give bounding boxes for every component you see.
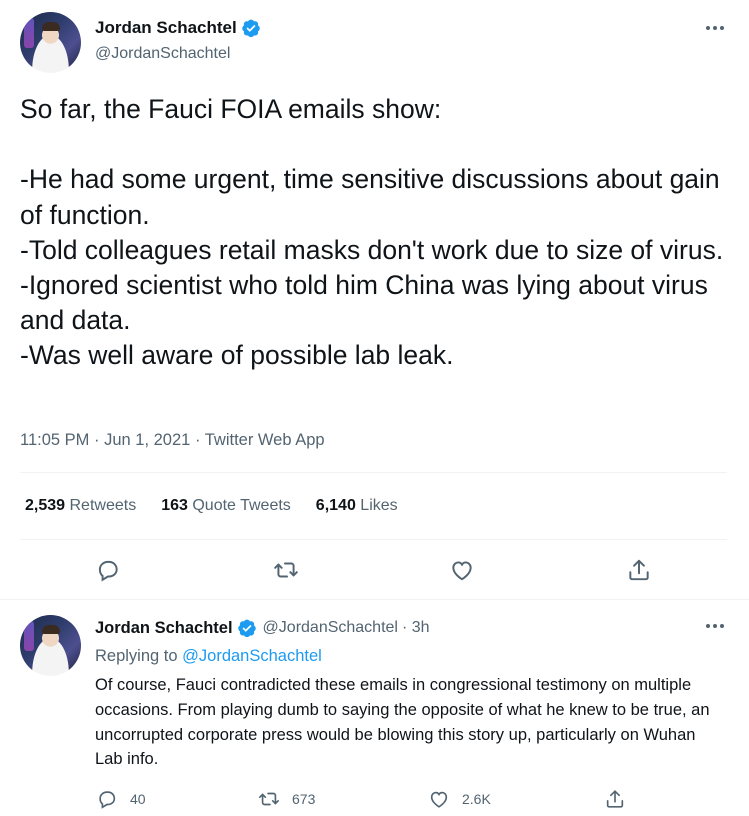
reply-text: Of course, Fauci contradicted these emai…	[95, 676, 710, 769]
reply-replies-count: 40	[130, 791, 146, 807]
like-icon	[452, 561, 472, 581]
author-handle[interactable]: @JordanSchachtel	[95, 45, 230, 63]
tweet-actions	[0, 555, 749, 585]
verified-badge-icon	[237, 619, 256, 638]
reply-author-row: Jordan Schachtel @JordanSchachtel · 3h	[95, 618, 430, 638]
likes-label: Likes	[360, 497, 398, 514]
retweets-stat[interactable]: 2,539 Retweets	[25, 497, 136, 515]
avatar[interactable]	[20, 615, 81, 676]
like-button[interactable]	[447, 555, 477, 585]
quotes-count: 163	[161, 497, 188, 514]
avatar[interactable]	[20, 12, 81, 73]
share-icon	[629, 559, 649, 581]
meta-separator: ·	[194, 431, 201, 449]
reply-retweet-button[interactable]: 673	[258, 786, 315, 812]
retweet-icon	[274, 562, 298, 578]
tweet-text: So far, the Fauci FOIA emails show: -He …	[20, 94, 724, 371]
reply-button[interactable]	[93, 555, 123, 585]
reply-icon	[98, 560, 118, 582]
reply-author-display-name[interactable]: Jordan Schachtel	[95, 619, 233, 638]
likes-stat[interactable]: 6,140 Likes	[316, 497, 398, 515]
main-tweet: Jordan Schachtel @JordanSchachtel So far…	[0, 0, 749, 600]
more-icon[interactable]	[700, 616, 730, 636]
reply-reply-button[interactable]: 40	[96, 786, 146, 812]
retweet-button[interactable]	[271, 555, 301, 585]
tweet-source[interactable]: Twitter Web App	[205, 431, 325, 449]
retweet-icon	[259, 792, 279, 806]
reply-actions: 40 673 2.6K	[0, 786, 749, 812]
author-name-row[interactable]: Jordan Schachtel	[95, 18, 261, 38]
like-icon	[430, 791, 448, 808]
reply-author-handle[interactable]: @JordanSchachtel	[263, 619, 398, 637]
likes-count: 6,140	[315, 497, 356, 514]
tweet-date[interactable]: Jun 1, 2021	[104, 431, 190, 449]
reply-icon	[99, 791, 116, 809]
meta-separator: ·	[94, 431, 100, 449]
reply-like-button[interactable]: 2.6K	[428, 786, 491, 812]
divider	[20, 472, 727, 473]
reply-age[interactable]: · 3h	[402, 619, 430, 637]
retweets-count: 2,539	[25, 497, 66, 514]
replying-prefix: Replying to	[95, 647, 178, 665]
engagement-stats: 2,539 Retweets 163 Quote Tweets 6,140 Li…	[25, 497, 398, 515]
author-display-name[interactable]: Jordan Schachtel	[95, 18, 237, 38]
tweet-meta: 11:05 PM · Jun 1, 2021 · Twitter Web App	[20, 431, 325, 450]
share-button[interactable]	[624, 555, 654, 585]
reply-share-button[interactable]	[604, 786, 626, 812]
divider	[20, 539, 727, 540]
share-icon	[606, 790, 624, 808]
replying-to-link[interactable]: @JordanSchachtel	[182, 647, 322, 665]
quote-tweets-stat[interactable]: 163 Quote Tweets	[161, 497, 291, 515]
more-icon[interactable]	[700, 18, 730, 38]
quotes-label: Quote Tweets	[192, 497, 291, 514]
verified-badge-icon	[241, 19, 260, 38]
retweets-label: Retweets	[69, 497, 137, 514]
reply-retweets-count: 673	[292, 791, 316, 807]
tweet-time[interactable]: 11:05 PM	[20, 431, 89, 449]
reply-likes-count: 2.6K	[462, 791, 491, 807]
replying-to-line: Replying to @JordanSchachtel	[95, 647, 322, 666]
